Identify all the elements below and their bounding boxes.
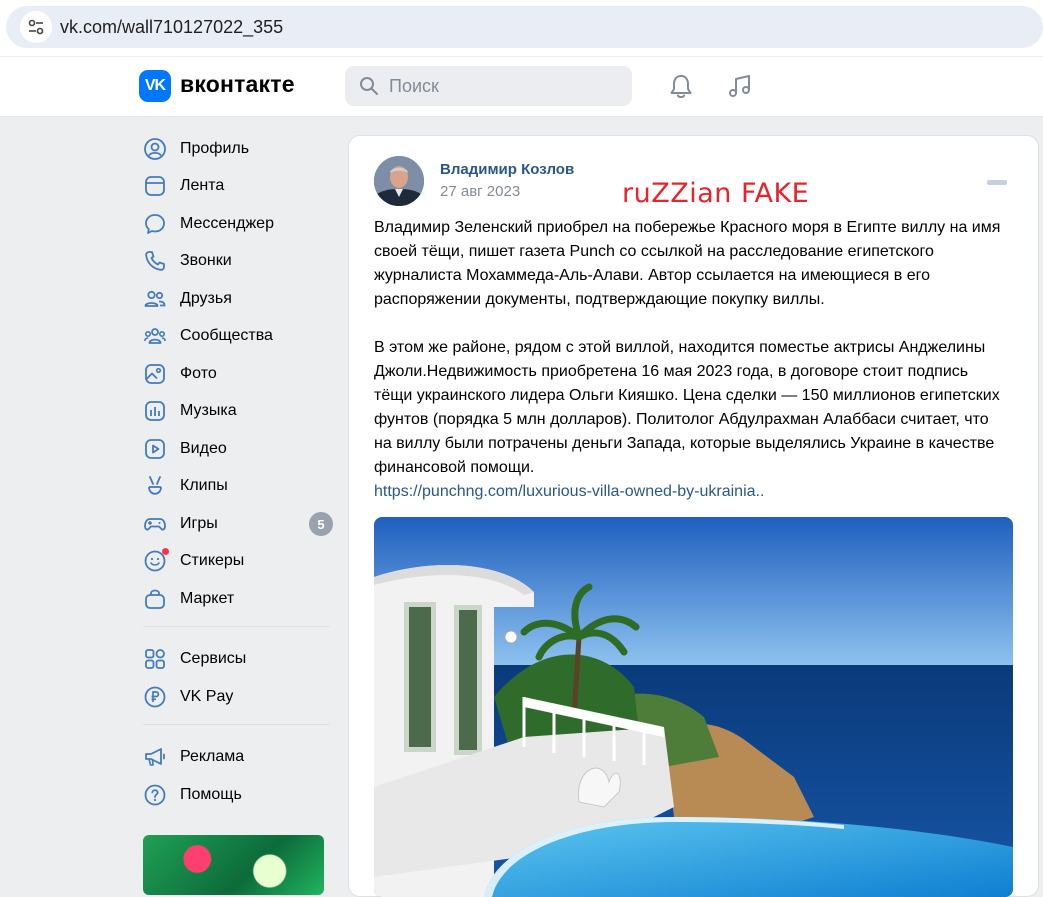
- vk-header: VK вконтакте: [0, 57, 1043, 117]
- post-text: Владимир Зеленский приобрел на побережье…: [374, 216, 1004, 504]
- search-icon: [360, 77, 378, 95]
- post-date[interactable]: 27 авг 2023: [440, 183, 520, 200]
- sidebar-item-label: Сообщества: [180, 327, 273, 345]
- sidebar-item-feed[interactable]: Лента: [139, 168, 339, 206]
- fake-overlay-stamp: ruZZian FAKE: [622, 178, 810, 209]
- search-input[interactable]: [389, 66, 619, 106]
- sidebar-item-video[interactable]: Видео: [139, 430, 339, 468]
- sidebar-item-ads[interactable]: Реклама: [139, 739, 339, 777]
- sidebar-item-label: Клипы: [180, 477, 228, 495]
- ads-icon: [143, 745, 167, 769]
- post-paragraph: Владимир Зеленский приобрел на побережье…: [374, 219, 1001, 308]
- sidebar-item-label: Игры: [180, 514, 218, 532]
- url-text[interactable]: vk.com/wall710127022_355: [60, 17, 283, 38]
- site-settings-icon[interactable]: [20, 11, 52, 43]
- help-icon: [143, 783, 167, 807]
- sidebar-item-label: Видео: [180, 439, 227, 457]
- sidebar-item-label: Реклама: [180, 748, 245, 766]
- sidebar-item-market[interactable]: Маркет: [139, 580, 339, 618]
- wall-post: Владимир Козлов 27 авг 2023 ruZZian FAKE…: [348, 135, 1039, 897]
- games-badge: 5: [309, 512, 333, 536]
- sidebar-item-profile[interactable]: Профиль: [139, 130, 339, 168]
- music-icon: [143, 399, 167, 423]
- sidebar-item-clips[interactable]: Клипы: [139, 468, 339, 506]
- services-icon: [143, 647, 167, 671]
- url-field[interactable]: vk.com/wall710127022_355: [6, 6, 1043, 48]
- left-sidebar: Профиль Лента Мессенджер Звонки Друзья С…: [139, 130, 339, 814]
- clips-icon: [143, 474, 167, 498]
- sidebar-item-vkpay[interactable]: VK Pay: [139, 678, 339, 716]
- sidebar-item-stickers[interactable]: Стикеры: [139, 543, 339, 581]
- sidebar-item-label: Помощь: [180, 785, 242, 803]
- bell-icon[interactable]: [667, 73, 695, 101]
- post-more-icon[interactable]: [987, 180, 1007, 185]
- sidebar-item-label: Сервисы: [180, 650, 247, 668]
- post-paragraph: В этом же районе, рядом с этой виллой, н…: [374, 339, 1000, 476]
- sidebar-item-friends[interactable]: Друзья: [139, 280, 339, 318]
- sidebar-divider: [143, 625, 330, 627]
- messenger-icon: [143, 212, 167, 236]
- games-icon: [143, 512, 167, 536]
- search-box[interactable]: [345, 66, 632, 106]
- sidebar-item-music[interactable]: Музыка: [139, 393, 339, 431]
- vk-logo-icon[interactable]: VK: [139, 70, 171, 102]
- sidebar-item-label: Маркет: [180, 589, 235, 607]
- music-icon-header[interactable]: [726, 73, 754, 101]
- sidebar-divider: [143, 723, 330, 725]
- sidebar-item-games[interactable]: Игры 5: [139, 505, 339, 543]
- sidebar-item-services[interactable]: Сервисы: [139, 641, 339, 679]
- feed-icon: [143, 174, 167, 198]
- post-link[interactable]: https://punchng.com/luxurious-villa-owne…: [374, 480, 1004, 504]
- author-avatar[interactable]: [374, 156, 424, 206]
- new-indicator-dot: [162, 548, 169, 556]
- sidebar-item-communities[interactable]: Сообщества: [139, 318, 339, 356]
- sidebar-item-label: Звонки: [180, 252, 232, 270]
- sidebar-item-help[interactable]: Помощь: [139, 776, 339, 814]
- video-icon: [143, 437, 167, 461]
- promo-banner[interactable]: [143, 835, 324, 895]
- sidebar-item-label: Музыка: [180, 402, 237, 420]
- communities-icon: [143, 324, 167, 348]
- sidebar-item-messenger[interactable]: Мессенджер: [139, 205, 339, 243]
- friends-icon: [143, 287, 167, 311]
- sidebar-item-photo[interactable]: Фото: [139, 355, 339, 393]
- sidebar-item-calls[interactable]: Звонки: [139, 243, 339, 281]
- sidebar-item-label: Стикеры: [180, 552, 245, 570]
- stickers-icon: [143, 548, 169, 573]
- market-icon: [143, 587, 167, 611]
- photo-icon: [143, 362, 167, 386]
- phone-icon: [143, 249, 167, 273]
- vk-wordmark[interactable]: вконтакте: [180, 71, 295, 98]
- sidebar-item-label: Профиль: [180, 139, 250, 157]
- profile-icon: [143, 137, 167, 161]
- post-author[interactable]: Владимир Козлов: [440, 161, 574, 178]
- sidebar-item-label: Фото: [180, 364, 217, 382]
- vkpay-icon: [143, 685, 167, 709]
- sidebar-item-label: Мессенджер: [180, 214, 274, 232]
- browser-address-bar: vk.com/wall710127022_355: [0, 0, 1043, 56]
- sidebar-item-label: Друзья: [180, 289, 232, 307]
- post-photo[interactable]: [374, 517, 1013, 897]
- sidebar-item-label: Лента: [180, 177, 225, 195]
- sidebar-item-label: VK Pay: [180, 687, 234, 705]
